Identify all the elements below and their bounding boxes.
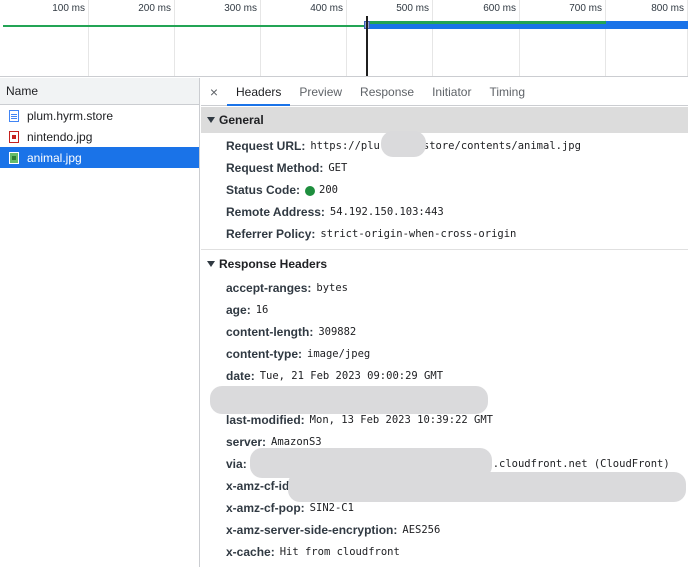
header-value-prefix: https://plu xyxy=(310,140,380,152)
tick-line xyxy=(88,0,89,76)
tab-initiator[interactable]: Initiator xyxy=(423,78,480,105)
tab-response[interactable]: Response xyxy=(351,78,423,105)
header-row-request-url: Request URL https://plu store/contents/a… xyxy=(201,135,688,157)
general-section-header[interactable]: General xyxy=(201,107,688,133)
tab-preview[interactable]: Preview xyxy=(290,78,351,105)
request-name: nintendo.jpg xyxy=(27,129,93,144)
request-name: animal.jpg xyxy=(27,150,82,165)
tick-label-100ms: 100 ms xyxy=(52,3,85,14)
header-key: accept-ranges xyxy=(226,281,311,295)
header-value: strict-origin-when-cross-origin xyxy=(320,228,517,240)
header-key: x-amz-server-side-encryption xyxy=(226,523,397,537)
image-icon xyxy=(9,151,19,164)
triangle-down-icon xyxy=(207,260,215,267)
header-value: Mon, 13 Feb 2023 10:39:22 GMT xyxy=(309,414,493,426)
header-key: Remote Address xyxy=(226,205,325,219)
tick-label-800ms: 800 ms xyxy=(651,3,684,14)
request-row-plum-hyrm-store[interactable]: plum.hyrm.store xyxy=(0,105,199,126)
redaction-blur xyxy=(381,131,426,157)
header-row-content-length: content-length 309882 xyxy=(201,321,688,343)
header-value: 16 xyxy=(255,304,269,316)
header-value: 200 xyxy=(319,184,338,196)
header-row-status-code: Status Code 200 xyxy=(201,179,688,201)
header-key: Referrer Policy xyxy=(226,227,315,241)
tick-label-600ms: 600 ms xyxy=(483,3,516,14)
header-value: GET xyxy=(328,162,348,174)
tick-label-400ms: 400 ms xyxy=(310,3,343,14)
header-value: AES256 xyxy=(402,524,441,536)
header-key: x-amz-cf-pop xyxy=(226,501,305,515)
header-value: 54.192.150.103:443 xyxy=(329,206,444,218)
header-key: via xyxy=(226,457,247,471)
header-key: Request URL xyxy=(226,139,305,153)
header-row-content-type: content-type image/jpeg xyxy=(201,343,688,365)
response-headers-section-header[interactable]: Response Headers xyxy=(201,249,688,277)
header-key: x-cache xyxy=(226,545,275,559)
header-row-age: age 16 xyxy=(201,299,688,321)
request-row-animal-jpg[interactable]: animal.jpg xyxy=(0,147,199,168)
request-name: plum.hyrm.store xyxy=(27,108,114,123)
waterfall-image-wait-bar xyxy=(364,21,606,24)
tick-line xyxy=(174,0,175,76)
header-row-referrer-policy: Referrer Policy strict-origin-when-cross… xyxy=(201,223,688,245)
header-value: Hit from cloudfront xyxy=(279,546,400,558)
name-column-header[interactable]: Name xyxy=(0,78,199,105)
header-key: Request Method xyxy=(226,161,323,175)
header-value-suffix: store/contents/animal.jpg xyxy=(422,140,581,152)
tick-line xyxy=(432,0,433,76)
header-value: Tue, 21 Feb 2023 09:00:29 GMT xyxy=(259,370,444,382)
details-tab-bar: × Headers Preview Response Initiator Tim… xyxy=(201,78,688,106)
header-value: image/jpeg xyxy=(307,348,371,360)
tick-line xyxy=(260,0,261,76)
header-key: date xyxy=(226,369,255,383)
header-key: Status Code xyxy=(226,183,300,197)
header-value: .cloudfront.net (CloudFront) xyxy=(492,458,670,470)
request-row-nintendo-jpg[interactable]: nintendo.jpg xyxy=(0,126,199,147)
timeline-cursor[interactable] xyxy=(366,16,368,76)
waterfall-document-bar xyxy=(3,25,365,27)
request-list-panel: Name plum.hyrm.store nintendo.jpg animal… xyxy=(0,78,200,567)
header-row-date: date Tue, 21 Feb 2023 09:00:29 GMT xyxy=(201,365,688,387)
header-value: bytes xyxy=(316,282,348,294)
header-row-accept-ranges: accept-ranges bytes xyxy=(201,277,688,299)
status-ok-icon xyxy=(305,186,316,196)
header-key: content-length xyxy=(226,325,313,339)
section-title: Response Headers xyxy=(219,256,328,271)
header-key: content-type xyxy=(226,347,302,361)
header-value: 309882 xyxy=(318,326,357,338)
header-key: server xyxy=(226,435,266,449)
timeline-overview[interactable]: 100 ms 200 ms 300 ms 400 ms 500 ms 600 m… xyxy=(0,0,688,77)
header-row-x-cache: x-cache Hit from cloudfront xyxy=(201,541,688,563)
redaction-blur xyxy=(210,386,488,414)
tick-label-200ms: 200 ms xyxy=(138,3,171,14)
tab-timing[interactable]: Timing xyxy=(480,78,534,105)
tick-label-700ms: 700 ms xyxy=(569,3,602,14)
tab-headers[interactable]: Headers xyxy=(227,78,291,106)
close-icon[interactable]: × xyxy=(201,78,227,105)
header-value: AmazonS3 xyxy=(271,436,322,448)
tick-label-300ms: 300 ms xyxy=(224,3,257,14)
header-key: age xyxy=(226,303,251,317)
header-key: x-amz-cf-id xyxy=(226,479,293,493)
section-title: General xyxy=(219,113,264,127)
tick-line xyxy=(519,0,520,76)
header-key: last-modified xyxy=(226,413,305,427)
tick-line xyxy=(605,0,606,76)
triangle-down-icon xyxy=(207,117,215,123)
tick-label-500ms: 500 ms xyxy=(396,3,429,14)
document-icon xyxy=(9,109,19,122)
header-row-x-amz-server-side-encryption: x-amz-server-side-encryption AES256 xyxy=(201,519,688,541)
image-icon xyxy=(9,130,19,143)
tick-line xyxy=(346,0,347,76)
redaction-blur xyxy=(288,472,686,502)
header-row-request-method: Request Method GET xyxy=(201,157,688,179)
header-value: SIN2-C1 xyxy=(309,502,354,514)
header-row-remote-address: Remote Address 54.192.150.103:443 xyxy=(201,201,688,223)
